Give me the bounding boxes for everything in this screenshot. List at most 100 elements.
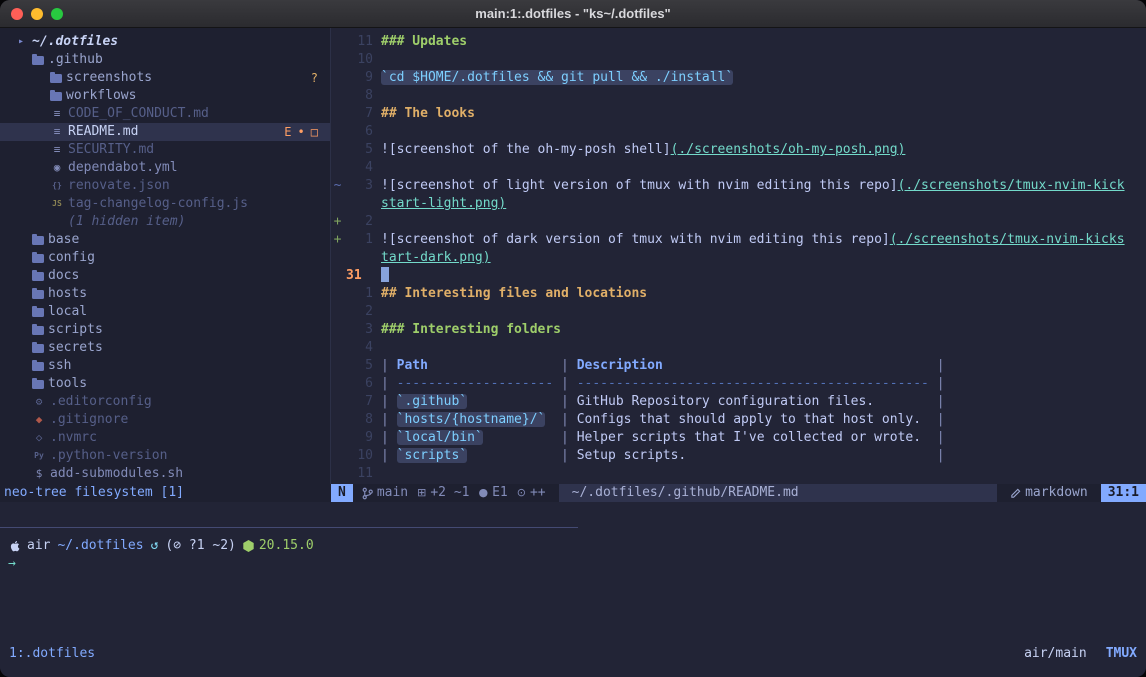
text-segment-text: [483, 430, 561, 445]
editor-line-text: ### Interesting folders: [381, 321, 561, 339]
text-segment-text: Configs that should apply to that host o…: [577, 412, 937, 427]
close-button[interactable]: [11, 8, 23, 20]
editor-line[interactable]: 7## The looks: [331, 105, 1146, 123]
editor-line[interactable]: 7| `.github` | GitHub Repository configu…: [331, 393, 1146, 411]
editor-line[interactable]: 10| `scripts` | Setup scripts. |: [331, 447, 1146, 465]
tree-item-label: docs: [48, 267, 79, 285]
text-segment-url: (./screenshots/tmux-nvim-kicks: [890, 232, 1125, 247]
editor-line[interactable]: 5| Path | Description |: [331, 357, 1146, 375]
editor-line-text: | `scripts` | Setup scripts. |: [381, 447, 945, 465]
editor-line[interactable]: +2: [331, 213, 1146, 231]
tree-item-github[interactable]: .github: [0, 51, 330, 69]
tree-item-tools[interactable]: tools: [0, 375, 330, 393]
prompt-symbol[interactable]: →: [8, 555, 16, 573]
tree-item-workflows[interactable]: workflows: [0, 87, 330, 105]
neotree-statusline: neo-tree filesystem [1]: [0, 484, 331, 502]
tree-item-readme-md[interactable]: ≡README.mdE•□: [0, 123, 330, 141]
text-segment-th: Path: [397, 358, 428, 373]
editor-line[interactable]: start-light.png): [331, 195, 1146, 213]
tmux-pane-border[interactable]: [0, 527, 578, 528]
editor-line[interactable]: 11### Updates: [331, 33, 1146, 51]
minimize-button[interactable]: [31, 8, 43, 20]
git-sign: [331, 321, 344, 339]
tree-item-hosts[interactable]: hosts: [0, 285, 330, 303]
tree-item-local[interactable]: local: [0, 303, 330, 321]
text-segment-sep: ----------------------------------------…: [577, 376, 929, 391]
tree-item-tag-changelog-config-js[interactable]: JStag-changelog-config.js: [0, 195, 330, 213]
line-number: 2: [344, 213, 373, 231]
tree-item-gitignore[interactable]: ◆.gitignore: [0, 411, 330, 429]
tmux-statusbar: 1:.dotfiles air/main TMUX: [0, 645, 1146, 663]
text-segment-url: start-light.png): [381, 196, 506, 211]
editor-line[interactable]: 3### Interesting folders: [331, 321, 1146, 339]
tree-item-dependabot-yml[interactable]: ◉dependabot.yml: [0, 159, 330, 177]
diagnostics-count: E1: [492, 484, 508, 502]
text-segment-pipe: |: [381, 430, 397, 445]
editor-line[interactable]: 6: [331, 123, 1146, 141]
tree-item-config[interactable]: config: [0, 249, 330, 267]
text-segment-url: (./screenshots/tmux-nvim-kick: [898, 178, 1125, 193]
tree-item-dotfiles[interactable]: ▸~/.dotfiles: [0, 33, 330, 51]
git-icon: ◆: [32, 411, 46, 429]
editor-line[interactable]: 31: [331, 267, 1146, 285]
editor-line[interactable]: ~3![screenshot of light version of tmux …: [331, 177, 1146, 195]
tree-item-ssh[interactable]: ssh: [0, 357, 330, 375]
editor-line[interactable]: 4: [331, 339, 1146, 357]
text-segment-h3: ### Interesting folders: [381, 322, 561, 337]
text-segment-url: tart-dark.png): [381, 250, 491, 265]
tree-item-code-of-conduct-md[interactable]: ≡CODE_OF_CONDUCT.md: [0, 105, 330, 123]
git-sign: +: [331, 231, 344, 249]
editor-line[interactable]: 9| `local/bin` | Helper scripts that I'v…: [331, 429, 1146, 447]
editor-line-text: tart-dark.png): [381, 249, 491, 267]
zoom-button[interactable]: [51, 8, 63, 20]
editor-line[interactable]: 11: [331, 465, 1146, 483]
editor-line[interactable]: +1![screenshot of dark version of tmux w…: [331, 231, 1146, 249]
markdown-icon: ≡: [50, 105, 64, 123]
git-sign: [331, 447, 344, 465]
tree-item-secrets[interactable]: secrets: [0, 339, 330, 357]
git-sign: [331, 357, 344, 375]
prompt-git-status: (⊘ ?1 ~2): [165, 537, 235, 555]
folder-icon: [32, 326, 44, 335]
text-segment-pipe: |: [561, 358, 577, 373]
tree-item-label: .nvmrc: [50, 429, 97, 447]
text-segment-label: ![screenshot of the oh-my-posh shell]: [381, 142, 671, 157]
apple-icon: [8, 539, 20, 553]
folder-icon: [32, 362, 44, 371]
status-row: neo-tree filesystem [1] N main ⊞ +2 ~1 ●…: [0, 484, 1146, 502]
tree-item-nvmrc[interactable]: ◇.nvmrc: [0, 429, 330, 447]
tree-item-renovate-json[interactable]: {}renovate.json: [0, 177, 330, 195]
editor-line[interactable]: 8| `hosts/{hostname}/` | Configs that sh…: [331, 411, 1146, 429]
tree-item-screenshots[interactable]: screenshots?: [0, 69, 330, 87]
editor-line[interactable]: 8: [331, 87, 1146, 105]
tree-item-security-md[interactable]: ≡SECURITY.md: [0, 141, 330, 159]
shell-prompt[interactable]: air ~/.dotfiles ↺ (⊘ ?1 ~2) 20.15.0: [8, 537, 314, 555]
editor-line[interactable]: 10: [331, 51, 1146, 69]
editor-line[interactable]: 4: [331, 159, 1146, 177]
editor-line[interactable]: 5![screenshot of the oh-my-posh shell](.…: [331, 141, 1146, 159]
tree-item-label: config: [48, 249, 95, 267]
tree-item-add-submodules-sh[interactable]: $add-submodules.sh: [0, 465, 330, 483]
tree-item-1-hidden-item[interactable]: (1 hidden item): [0, 213, 330, 231]
js-icon: JS: [50, 195, 64, 213]
tree-item-editorconfig[interactable]: ⚙.editorconfig: [0, 393, 330, 411]
tmux-window-label[interactable]: 1:.dotfiles: [9, 645, 95, 663]
text-segment-pipe: |: [937, 430, 945, 445]
tree-item-scripts[interactable]: scripts: [0, 321, 330, 339]
editor-line[interactable]: 2: [331, 303, 1146, 321]
editor-pane[interactable]: 11### Updates109`cd $HOME/.dotfiles && g…: [331, 28, 1146, 484]
line-number: 5: [344, 357, 373, 375]
editor-line[interactable]: 9`cd $HOME/.dotfiles && git pull && ./in…: [331, 69, 1146, 87]
editor-lines: 11### Updates109`cd $HOME/.dotfiles && g…: [331, 33, 1146, 483]
tree-item-label: ssh: [48, 357, 71, 375]
tree-item-python-version[interactable]: Py.python-version: [0, 447, 330, 465]
tmux-session-name: air/main: [1024, 645, 1087, 663]
editor-line[interactable]: tart-dark.png): [331, 249, 1146, 267]
line-number: 6: [344, 123, 373, 141]
tree-item-docs[interactable]: docs: [0, 267, 330, 285]
tree-item-base[interactable]: base: [0, 231, 330, 249]
line-number: 2: [344, 303, 373, 321]
editor-line[interactable]: 6| -------------------- | --------------…: [331, 375, 1146, 393]
tree-item-label: add-submodules.sh: [50, 465, 183, 483]
editor-line[interactable]: 1## Interesting files and locations: [331, 285, 1146, 303]
